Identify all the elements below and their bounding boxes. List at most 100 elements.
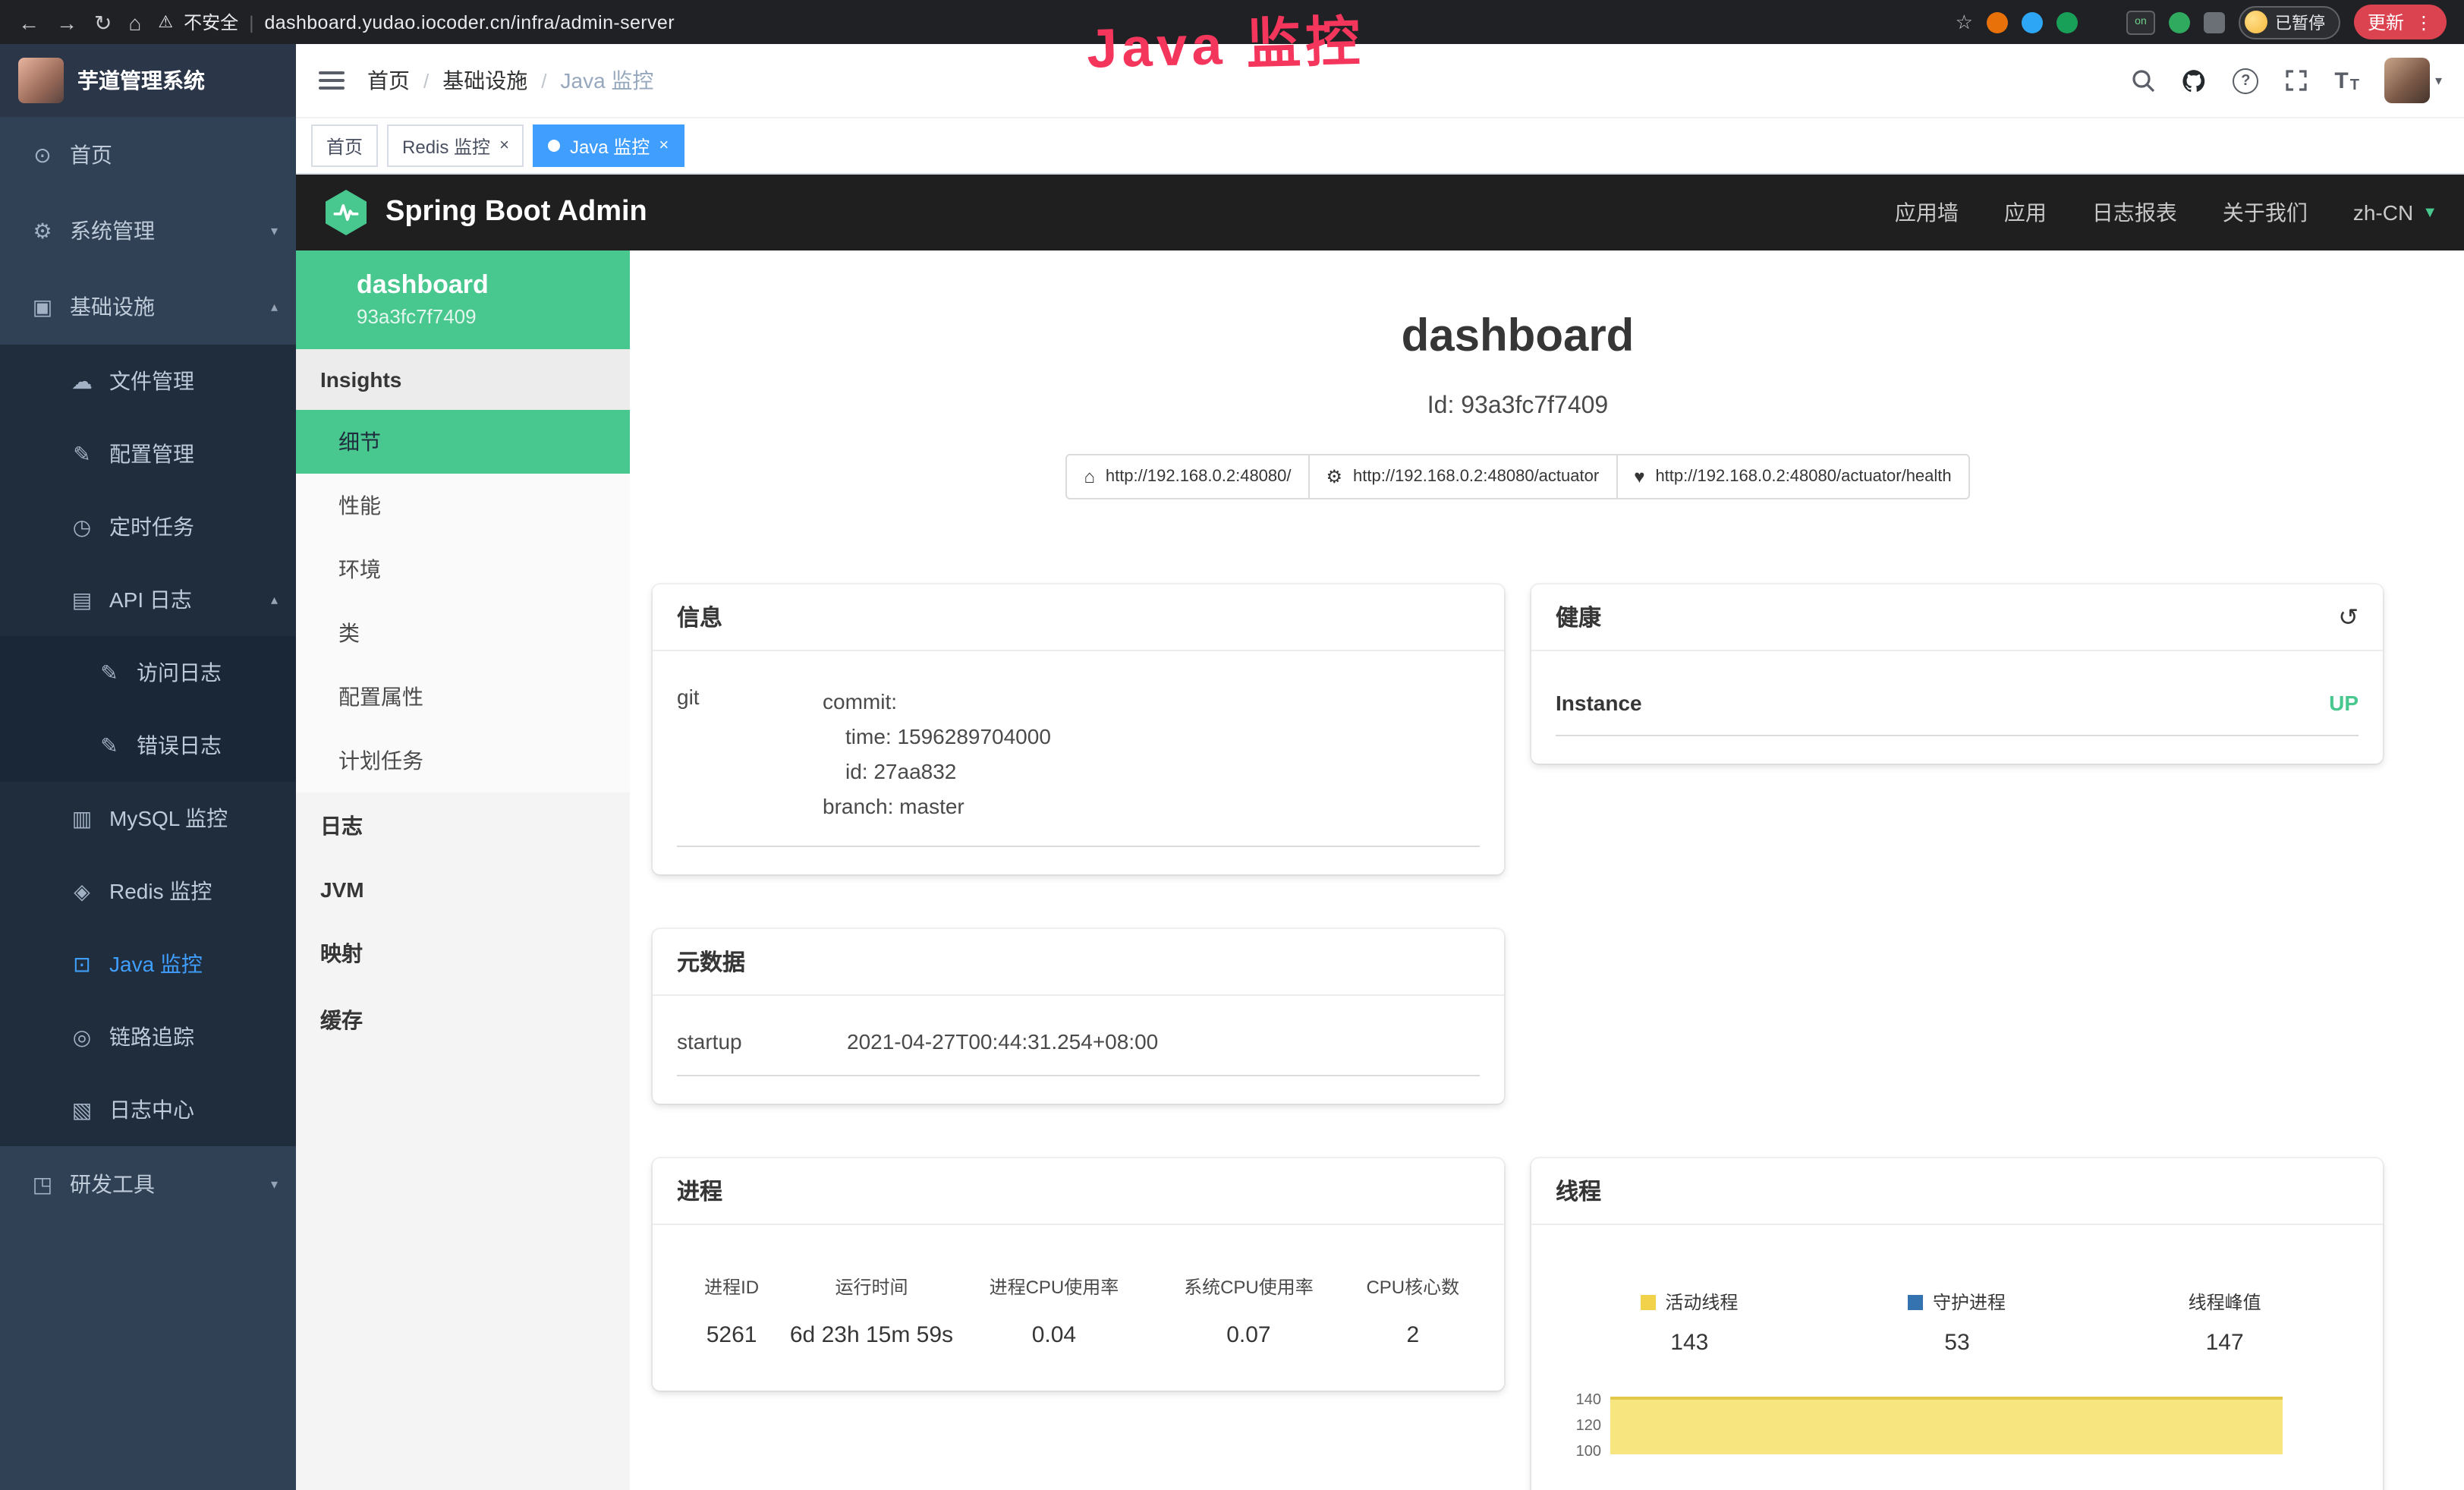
sidebar-item-home[interactable]: ⊙ 首页 — [0, 117, 296, 193]
sidebar-item-redis-monitor[interactable]: ◈ Redis 监控 — [0, 855, 296, 928]
admin-header: 首页 / 基础设施 / Java 监控 ? — [296, 44, 2464, 118]
legend-daemon-threads: 守护进程 — [1824, 1290, 2091, 1315]
info-card-title: 信息 — [653, 584, 1504, 651]
user-avatar[interactable]: ▾ — [2385, 58, 2442, 103]
browser-menu-icon[interactable]: ⋮ — [2415, 13, 2433, 31]
not-secure-warning-icon: ⚠ — [158, 12, 173, 32]
monitor-icon: ⊡ — [70, 951, 94, 977]
forward-icon[interactable]: → — [56, 11, 77, 33]
service-url-button[interactable]: ⌂ http://192.168.0.2:48080/ — [1065, 454, 1309, 499]
sidebar-item-system-management[interactable]: ⚙ 系统管理 ▾ — [0, 193, 296, 269]
font-size-icon[interactable]: TT — [2334, 68, 2359, 93]
back-icon[interactable]: ← — [18, 11, 39, 33]
sba-nav-about[interactable]: 关于我们 — [2223, 197, 2308, 228]
process-col-uptime: 运行时间 — [786, 1274, 956, 1300]
sidebar-item-api-logs[interactable]: ▤ API 日志 ▴ — [0, 563, 296, 636]
sba-nav-applications[interactable]: 应用 — [2004, 197, 2047, 228]
sba-brand[interactable]: Spring Boot Admin — [323, 190, 647, 235]
sba-item-mappings[interactable]: 映射 — [296, 920, 630, 987]
sidebar-item-access-logs[interactable]: ✎ 访问日志 — [0, 636, 296, 709]
tab-redis-monitor[interactable]: Redis 监控 × — [387, 124, 524, 167]
security-label: 不安全 — [184, 9, 238, 35]
info-row-git: git commit: time: 1596289704000 id: 27aa… — [677, 663, 1480, 848]
sidebar-item-file-management[interactable]: ☁ 文件管理 — [0, 345, 296, 417]
app-logo: 芋道管理系统 — [0, 44, 296, 117]
extension-icon-green[interactable] — [2056, 11, 2078, 33]
redis-icon: ◈ — [70, 878, 94, 904]
sidebar-item-scheduled-jobs[interactable]: ◷ 定时任务 — [0, 490, 296, 563]
sidebar-item-config-management[interactable]: ✎ 配置管理 — [0, 417, 296, 490]
sba-item-caches[interactable]: 缓存 — [296, 987, 630, 1054]
sidebar-group-insights[interactable]: Insights — [296, 349, 630, 410]
sba-item-details[interactable]: 细节 — [296, 410, 630, 474]
extension-icon-puzzle[interactable] — [2204, 11, 2225, 33]
sba-nav-journal[interactable]: 日志报表 — [2092, 197, 2177, 228]
avatar-image — [2385, 58, 2431, 103]
sidebar-item-java-monitor[interactable]: ⊡ Java 监控 — [0, 928, 296, 1000]
sba-item-config-props[interactable]: 配置属性 — [296, 665, 630, 729]
extension-icon-blue-drop[interactable] — [2022, 11, 2043, 33]
threads-card-title: 线程 — [1531, 1159, 2383, 1226]
breadcrumb-infrastructure[interactable]: 基础设施 — [442, 65, 527, 96]
fullscreen-icon[interactable] — [2284, 68, 2308, 93]
metadata-row-startup: startup 2021-04-27T00:44:31.254+08:00 — [677, 1009, 1480, 1077]
sidebar-item-error-logs[interactable]: ✎ 错误日志 — [0, 709, 296, 782]
health-url-button[interactable]: ♥ http://192.168.0.2:48080/actuator/heal… — [1616, 454, 1969, 499]
actuator-url-button[interactable]: ⚙ http://192.168.0.2:48080/actuator — [1308, 454, 1618, 499]
health-key: Instance — [1556, 691, 1642, 715]
threads-chart: 140 120 100 — [1556, 1393, 2359, 1461]
process-col-cores: CPU核心数 — [1346, 1274, 1480, 1300]
sba-item-logs[interactable]: 日志 — [296, 792, 630, 859]
bookmark-star-icon[interactable]: ☆ — [1956, 10, 1973, 34]
close-icon[interactable]: × — [659, 137, 669, 154]
threads-card: 线程 活动线程 — [1531, 1159, 2383, 1490]
sba-item-jvm[interactable]: JVM — [296, 859, 630, 920]
legend-live-threads: 活动线程 — [1556, 1290, 1824, 1315]
process-val-cores: 2 — [1346, 1323, 1480, 1349]
history-icon[interactable]: ↺ — [2338, 602, 2359, 632]
home-icon[interactable]: ⌂ — [128, 11, 141, 33]
cloud-icon: ☁ — [70, 368, 94, 394]
extension-icon-leaf[interactable] — [2169, 11, 2190, 33]
app-title: 芋道管理系统 — [77, 65, 205, 96]
chrome-update-button[interactable]: 更新 ⋮ — [2354, 5, 2447, 39]
update-label: 更新 — [2368, 9, 2404, 35]
profile-chip[interactable]: 已暂停 — [2239, 5, 2340, 39]
sba-item-classes[interactable]: 类 — [296, 601, 630, 665]
extension-icon-orange[interactable] — [1987, 11, 2008, 33]
sba-item-environment[interactable]: 环境 — [296, 537, 630, 601]
close-icon[interactable]: × — [499, 137, 509, 154]
chart-y-axis: 140 120 100 — [1556, 1393, 1601, 1461]
sidebar-item-tracing[interactable]: ◎ 链路追踪 — [0, 1000, 296, 1073]
health-row-instance: Instance UP — [1556, 663, 2359, 736]
toolbox-icon: ◳ — [30, 1171, 55, 1197]
sba-item-performance[interactable]: 性能 — [296, 474, 630, 537]
sidebar-item-log-center[interactable]: ▧ 日志中心 — [0, 1073, 296, 1146]
tab-home[interactable]: 首页 — [311, 124, 378, 167]
info-key: git — [677, 685, 823, 825]
extension-icon-switch-on[interactable]: on — [2126, 10, 2155, 34]
instance-header: dashboard 93a3fc7f7409 — [296, 250, 630, 349]
sidebar-item-mysql-monitor[interactable]: ▥ MySQL 监控 — [0, 782, 296, 855]
sidebar-item-infrastructure[interactable]: ▣ 基础设施 ▴ — [0, 269, 296, 345]
active-tab-dot — [549, 140, 561, 152]
sba-item-scheduled-tasks[interactable]: 计划任务 — [296, 729, 630, 792]
sba-nav-wallboard[interactable]: 应用墙 — [1895, 197, 1959, 228]
reload-icon[interactable]: ↻ — [94, 11, 112, 33]
breadcrumb: 首页 / 基础设施 / Java 监控 — [367, 65, 653, 96]
help-icon[interactable]: ? — [2233, 68, 2258, 93]
locale-selector[interactable]: zh-CN ▼ — [2353, 200, 2437, 225]
screen: ← → ↻ ⌂ ⚠ 不安全 | dashboard.yudao.iocoder.… — [0, 0, 2464, 1490]
app-logo-image — [18, 58, 64, 103]
github-icon[interactable] — [2181, 68, 2207, 93]
process-col-sys-cpu: 系统CPU使用率 — [1151, 1274, 1346, 1300]
address-bar[interactable]: ⚠ 不安全 | dashboard.yudao.iocoder.cn/infra… — [158, 9, 675, 35]
sidebar-item-dev-tools[interactable]: ◳ 研发工具 ▾ — [0, 1146, 296, 1222]
instance-sidebar: dashboard 93a3fc7f7409 Insights 细节 性能 环境… — [296, 250, 630, 1490]
instance-id: 93a3fc7f7409 — [357, 305, 609, 328]
tab-java-monitor[interactable]: Java 监控 × — [533, 124, 684, 167]
hamburger-icon[interactable] — [319, 71, 345, 90]
sba-navbar: Spring Boot Admin 应用墙 应用 日志报表 关于我们 zh-CN… — [296, 175, 2464, 250]
search-icon[interactable] — [2131, 68, 2155, 93]
breadcrumb-home[interactable]: 首页 — [367, 65, 410, 96]
